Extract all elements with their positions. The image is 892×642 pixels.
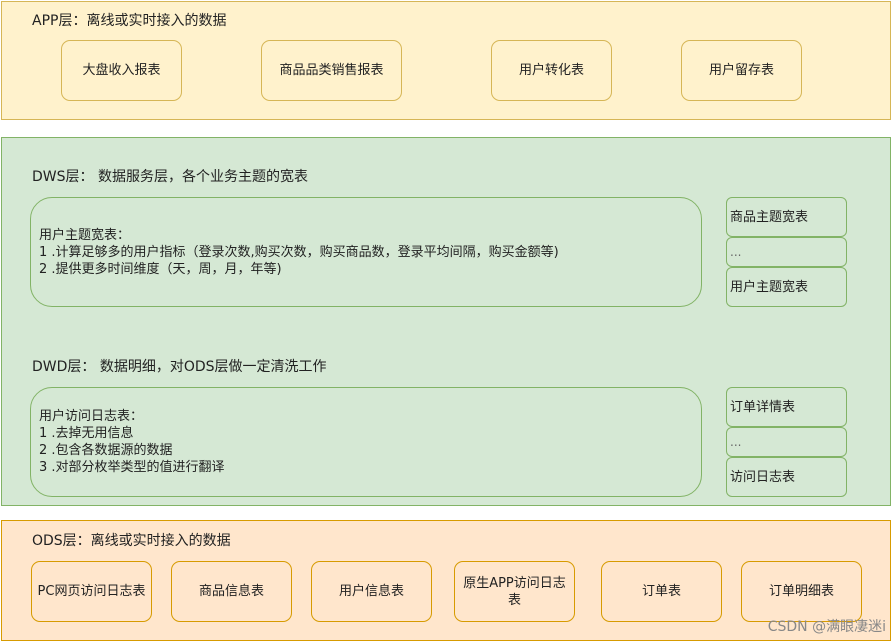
dws-main-line-1: 1 .计算足够多的用户指标（登录次数,购买次数，购买商品数，登录平均间隔，购买金… [39,244,559,260]
app-box-category-sales-report: 商品品类销售报表 [261,40,402,101]
ods-box-order-detail: 订单明细表 [741,561,862,622]
dws-side-user-wide-table: 用户主题宽表 [726,267,847,307]
ods-box-pc-access-log: PC网页访问日志表 [31,561,152,622]
dws-main-line-2: 2 .提供更多时间维度（天，周，月，年等) [39,261,282,277]
dws-user-wide-table-box: 用户主题宽表： 1 .计算足够多的用户指标（登录次数,购买次数，购买商品数，登录… [30,197,702,307]
dws-side-ellipsis: ... [726,237,847,267]
dws-layer-title: DWS层： 数据服务层，各个业务主题的宽表 [32,169,308,185]
app-box-revenue-report: 大盘收入报表 [61,40,182,101]
dwd-layer-title: DWD层： 数据明细，对ODS层做一定清洗工作 [32,359,327,375]
dwd-side-ellipsis: ... [726,427,847,457]
watermark-text: CSDN @满眼凄迷i [767,619,886,635]
dwd-main-line-3: 3 .对部分枚举类型的值进行翻译 [39,460,225,475]
dwd-side-access-log: 访问日志表 [726,457,847,497]
ods-box-user-info: 用户信息表 [311,561,432,622]
ods-box-order: 订单表 [601,561,722,622]
app-layer-title: APP层：离线或实时接入的数据 [32,13,227,29]
app-box-user-conversion: 用户转化表 [491,40,612,101]
dwd-main-line-1: 1 .去掉无用信息 [39,426,134,441]
dwd-main-heading: 用户访问日志表： [39,409,144,424]
app-box-user-retention: 用户留存表 [681,40,802,101]
ods-layer-title: ODS层：离线或实时接入的数据 [32,533,231,549]
ods-box-product-info: 商品信息表 [171,561,292,622]
dwd-side-order-detail: 订单详情表 [726,387,847,427]
dws-main-heading: 用户主题宽表： [39,227,131,243]
dwd-main-line-2: 2 .包含各数据源的数据 [39,443,173,458]
ods-box-app-access-log: 原生APP访问日志表 [454,561,575,622]
dwd-access-log-box: 用户访问日志表： 1 .去掉无用信息 2 .包含各数据源的数据 3 .对部分枚举… [30,387,702,497]
dws-side-product-wide-table: 商品主题宽表 [726,197,847,237]
